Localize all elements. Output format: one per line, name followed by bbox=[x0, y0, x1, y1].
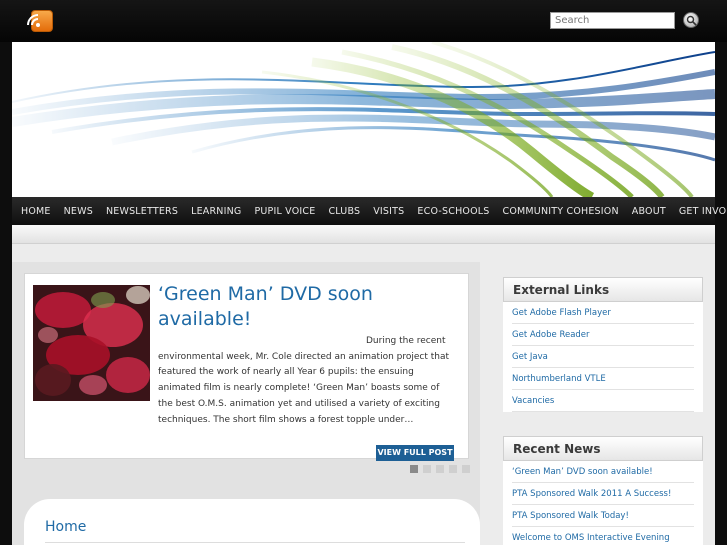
nav-item-home[interactable]: HOME bbox=[21, 206, 51, 217]
sidebar: External Links Get Adobe Flash Player Ge… bbox=[492, 262, 715, 545]
recent-news-heading: Recent News bbox=[503, 436, 703, 461]
external-links-heading: External Links bbox=[503, 277, 703, 302]
top-bar bbox=[0, 0, 727, 42]
rss-icon[interactable] bbox=[31, 10, 53, 32]
sub-bar bbox=[12, 225, 715, 244]
view-full-post-button[interactable]: VIEW FULL POST bbox=[376, 445, 454, 461]
link-vacancies[interactable]: Vacancies bbox=[512, 390, 694, 412]
content-area: ‘Green Man’ DVD soon available! During t… bbox=[12, 225, 715, 545]
search-input[interactable] bbox=[550, 12, 675, 29]
recent-news-widget: Recent News ‘Green Man’ DVD soon availab… bbox=[503, 436, 703, 545]
nav-item-news[interactable]: NEWS bbox=[64, 206, 93, 217]
featured-post-title[interactable]: ‘Green Man’ DVD soon available! bbox=[158, 282, 458, 332]
slide-dot-2[interactable] bbox=[423, 465, 431, 473]
news-item[interactable]: Welcome to OMS Interactive Evening bbox=[512, 527, 694, 545]
featured-post-excerpt: During the recent environmental week, Mr… bbox=[158, 336, 450, 425]
news-item[interactable]: ‘Green Man’ DVD soon available! bbox=[512, 461, 694, 483]
link-northumberland-vtle[interactable]: Northumberland VTLE bbox=[512, 368, 694, 390]
external-links-widget: External Links Get Adobe Flash Player Ge… bbox=[503, 277, 703, 412]
slide-dot-1[interactable] bbox=[410, 465, 418, 473]
link-adobe-reader[interactable]: Get Adobe Reader bbox=[512, 324, 694, 346]
nav-item-eco-schools[interactable]: ECO-SCHOOLS bbox=[417, 206, 489, 217]
nav-item-learning[interactable]: LEARNING bbox=[191, 206, 241, 217]
news-item[interactable]: PTA Sponsored Walk 2011 A Success! bbox=[512, 483, 694, 505]
home-section: Home bbox=[24, 499, 480, 545]
slide-dot-5[interactable] bbox=[462, 465, 470, 473]
nav-item-visits[interactable]: VISITS bbox=[373, 206, 404, 217]
search-button[interactable] bbox=[683, 12, 699, 28]
main-nav: HOME NEWS NEWSLETTERS LEARNING PUPIL VOI… bbox=[12, 197, 727, 225]
nav-item-clubs[interactable]: CLUBS bbox=[328, 206, 360, 217]
search-icon bbox=[686, 15, 697, 26]
slide-dot-3[interactable] bbox=[436, 465, 444, 473]
nav-item-newsletters[interactable]: NEWSLETTERS bbox=[106, 206, 178, 217]
slider-pagination bbox=[410, 465, 475, 473]
featured-thumbnail[interactable] bbox=[33, 285, 150, 401]
divider bbox=[45, 542, 465, 543]
nav-item-about[interactable]: ABOUT bbox=[632, 206, 666, 217]
link-flash-player[interactable]: Get Adobe Flash Player bbox=[512, 302, 694, 324]
header-banner bbox=[12, 42, 715, 197]
home-heading: Home bbox=[45, 519, 87, 535]
featured-slider: ‘Green Man’ DVD soon available! During t… bbox=[24, 273, 469, 461]
nav-item-get-involved[interactable]: GET INVOLVED bbox=[679, 206, 727, 217]
slide-dot-4[interactable] bbox=[449, 465, 457, 473]
link-java[interactable]: Get Java bbox=[512, 346, 694, 368]
news-item[interactable]: PTA Sponsored Walk Today! bbox=[512, 505, 694, 527]
nav-item-community-cohesion[interactable]: COMMUNITY COHESION bbox=[503, 206, 619, 217]
nav-item-pupil-voice[interactable]: PUPIL VOICE bbox=[254, 206, 315, 217]
